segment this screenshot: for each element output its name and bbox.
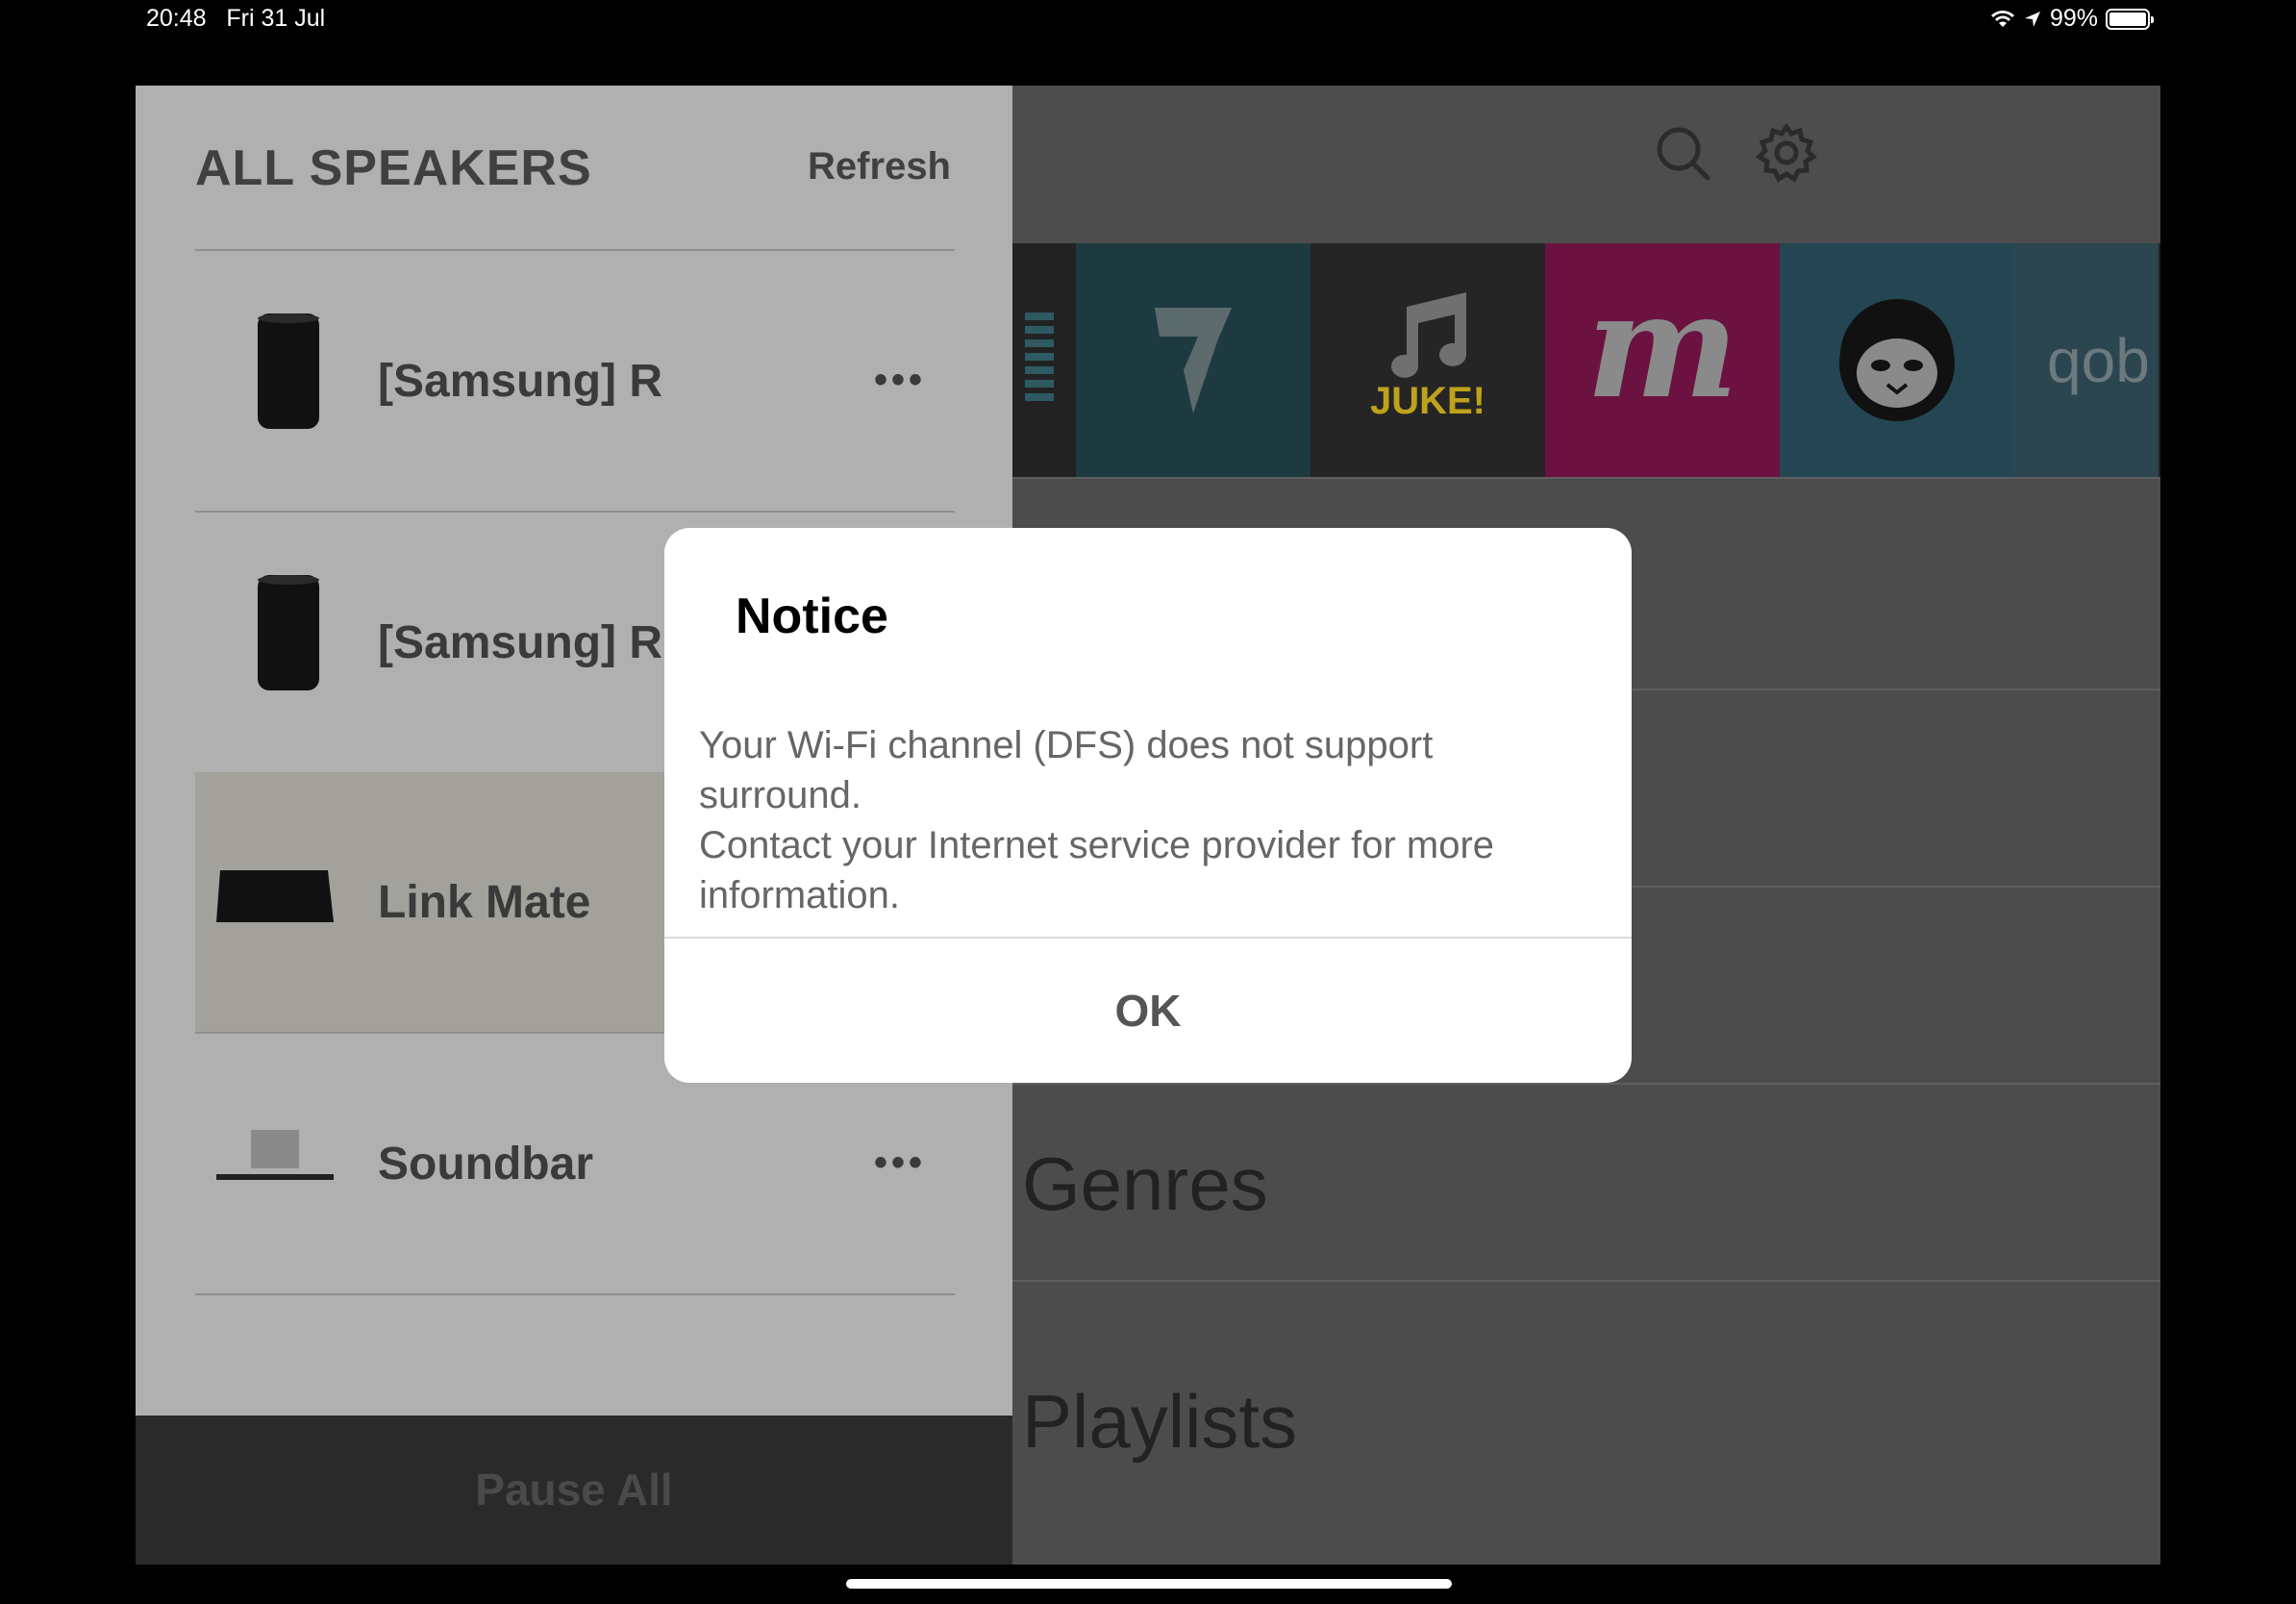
speaker-name: Soundbar bbox=[378, 1139, 593, 1190]
status-bar: 20:48 Fri 31 Jul 99% bbox=[0, 0, 2296, 38]
service-tile-qobuz[interactable]: qob bbox=[2014, 243, 2159, 477]
search-icon[interactable] bbox=[1652, 122, 1713, 184]
dialog-message-line-2: Contact your Internet service provider f… bbox=[699, 824, 1495, 916]
battery-icon bbox=[2106, 8, 2154, 30]
speaker-name: Link Mate bbox=[378, 877, 591, 928]
service-tile-napster[interactable] bbox=[1780, 243, 2014, 477]
menu-row-genres[interactable]: Genres bbox=[1012, 1083, 2160, 1280]
more-options-icon[interactable]: ••• bbox=[874, 1141, 926, 1185]
menu-label-genres: Genres bbox=[1022, 1141, 1268, 1226]
napster-cat-icon bbox=[1839, 298, 1955, 421]
home-indicator[interactable] bbox=[846, 1579, 1452, 1589]
menu-row-playlists[interactable]: Playlists bbox=[1012, 1280, 2160, 1565]
murfie-logo-text: m bbox=[1585, 261, 1739, 431]
dialog-message-line-1: Your Wi-Fi channel (DFS) does not suppor… bbox=[699, 724, 1434, 816]
round-speaker-icon bbox=[258, 313, 319, 429]
top-bar bbox=[1012, 86, 2160, 243]
equalizer-icon bbox=[1025, 312, 1054, 401]
ok-button[interactable]: OK bbox=[664, 939, 1632, 1083]
service-tile-juke[interactable]: JUKE! bbox=[1310, 243, 1545, 477]
location-arrow-icon bbox=[2024, 11, 2040, 27]
dialog-message: Your Wi-Fi channel (DFS) does not suppor… bbox=[699, 720, 1564, 920]
music-services-banner[interactable]: JUKE! m qob bbox=[1012, 243, 2160, 477]
dialog-title: Notice bbox=[736, 589, 888, 644]
service-tile-deezer[interactable] bbox=[1012, 243, 1076, 477]
juke-logo-text: JUKE! bbox=[1369, 380, 1486, 422]
pause-all-bar[interactable]: Pause All bbox=[136, 1416, 1012, 1565]
service-tile-7digital[interactable] bbox=[1076, 243, 1310, 477]
music-note-icon bbox=[1391, 292, 1466, 378]
gear-icon[interactable] bbox=[1756, 122, 1817, 184]
pause-all-button[interactable]: Pause All bbox=[136, 1464, 1012, 1516]
speaker-item-samsung-r[interactable]: [Samsung] R ••• bbox=[195, 251, 955, 511]
round-speaker-icon bbox=[258, 575, 319, 690]
qobuz-logo-text: qob bbox=[2047, 325, 2150, 395]
refresh-button[interactable]: Refresh bbox=[808, 145, 951, 188]
more-options-icon[interactable]: ••• bbox=[874, 359, 926, 402]
speaker-name: [Samsung] R bbox=[378, 356, 663, 407]
soundbar-icon bbox=[216, 1130, 334, 1180]
menu-label-playlists: Playlists bbox=[1022, 1379, 1298, 1464]
speaker-name: [Samsung] R1 bbox=[378, 617, 688, 668]
status-time: 20:48 Fri 31 Jul bbox=[146, 5, 326, 32]
notice-dialog: Notice Your Wi-Fi channel (DFS) does not… bbox=[664, 528, 1632, 1083]
box-speaker-icon bbox=[216, 870, 334, 922]
service-tile-murfie[interactable]: m bbox=[1545, 243, 1780, 477]
wifi-icon bbox=[1990, 10, 2014, 27]
panel-title: ALL SPEAKERS bbox=[195, 140, 592, 196]
seven-logo-icon bbox=[1155, 307, 1232, 414]
battery-percent: 99% bbox=[2049, 5, 2098, 32]
divider bbox=[195, 1293, 955, 1295]
